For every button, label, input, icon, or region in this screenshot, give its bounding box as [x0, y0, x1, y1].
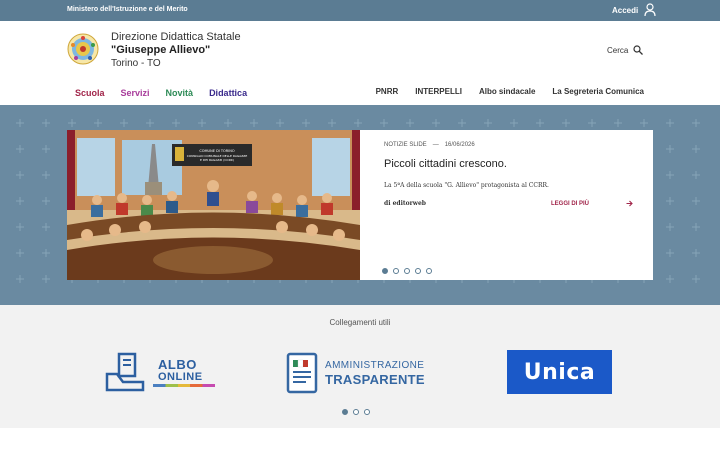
nav-didattica[interactable]: Didattica	[209, 88, 247, 98]
login-label: Accedi	[612, 5, 639, 15]
secondary-nav: PNRR INTERPELLI Albo sindacale La Segret…	[376, 87, 644, 96]
albo-online-icon	[105, 352, 145, 392]
albo-color-bar	[153, 384, 215, 387]
slide-title[interactable]: Piccoli cittadini crescono.	[384, 158, 634, 170]
search-label: Cerca	[607, 45, 629, 55]
nav-pnrr[interactable]: PNRR	[376, 87, 399, 96]
slide-category[interactable]: NOTIZIE SLIDE	[384, 142, 427, 148]
user-icon	[644, 3, 656, 17]
document-flag-icon	[286, 352, 318, 394]
school-name-line2: "Giuseppe Allievo"	[111, 44, 211, 56]
search-button[interactable]: Cerca	[607, 45, 644, 55]
read-more-link[interactable]: LEGGI DI PIÙ	[551, 200, 633, 207]
slide-author[interactable]: di editorweb	[384, 200, 426, 207]
links-pagination	[342, 409, 370, 415]
search-icon	[633, 45, 644, 55]
nav-scuola[interactable]: Scuola	[75, 88, 105, 98]
nav-albo-sindacale[interactable]: Albo sindacale	[479, 87, 535, 96]
school-name-line1: Direzione Didattica Statale	[111, 31, 241, 43]
slide-pagination	[382, 268, 432, 274]
slide-date: 16/06/2026	[444, 142, 475, 148]
slide-dot-1[interactable]	[382, 268, 388, 274]
arrow-right-icon	[626, 200, 633, 207]
links-dot-3[interactable]	[364, 409, 370, 415]
albo-line2: ONLINE	[158, 371, 203, 383]
slide-dot-5[interactable]	[426, 268, 432, 274]
main-nav: Scuola Servizi Novità Didattica	[75, 88, 247, 98]
nav-novita[interactable]: Novità	[166, 88, 194, 98]
top-bar: Ministero dell'Istruzione e del Merito A…	[0, 0, 720, 21]
council-illustration: COMUNE DI TORINO CONSIGLIO COMUNALE DELL…	[67, 130, 360, 280]
read-more-label: LEGGI DI PIÙ	[551, 200, 590, 207]
svg-text:COMUNE DI TORINO: COMUNE DI TORINO	[199, 149, 235, 153]
login-button[interactable]: Accedi	[612, 3, 656, 17]
site-header: Direzione Didattica Statale "Giuseppe Al…	[0, 21, 720, 105]
hero-section: COMUNE DI TORINO CONSIGLIO COMUNALE DELL…	[0, 105, 720, 305]
nav-interpelli[interactable]: INTERPELLI	[415, 87, 462, 96]
links-dot-2[interactable]	[353, 409, 359, 415]
albo-online-link[interactable]: ALBO ONLINE	[105, 352, 217, 392]
links-dot-1[interactable]	[342, 409, 348, 415]
slide-meta: NOTIZIE SLIDE — 16/06/2026	[384, 142, 634, 148]
slide-excerpt: La 5ªA della scuola "G. Allievo" protago…	[384, 182, 549, 189]
useful-links-section: Collegamenti utili ALBO ONLINE AMMINISTR…	[0, 305, 720, 428]
meta-separator: —	[432, 142, 439, 148]
news-slide-card[interactable]: COMUNE DI TORINO CONSIGLIO COMUNALE DELL…	[67, 130, 653, 280]
school-name[interactable]: Direzione Didattica Statale "Giuseppe Al…	[111, 31, 241, 70]
school-location: Torino - TO	[111, 58, 161, 69]
ministry-link[interactable]: Ministero dell'Istruzione e del Merito	[67, 6, 188, 13]
slide-dot-3[interactable]	[404, 268, 410, 274]
albo-line1: ALBO	[158, 357, 197, 372]
slide-dot-2[interactable]	[393, 268, 399, 274]
amministrazione-trasparente-link[interactable]: AMMINISTRAZIONE TRASPARENTE	[284, 352, 439, 394]
slide-content: NOTIZIE SLIDE — 16/06/2026 Piccoli citta…	[384, 142, 634, 189]
school-logo[interactable]	[67, 33, 99, 65]
slide-image[interactable]: COMUNE DI TORINO CONSIGLIO COMUNALE DELL…	[67, 130, 360, 280]
useful-links-title: Collegamenti utili	[329, 318, 391, 327]
amm-line1: AMMINISTRAZIONE	[325, 360, 425, 371]
nav-servizi[interactable]: Servizi	[121, 88, 150, 98]
unica-link[interactable]: Unica	[507, 350, 612, 394]
amm-line2: TRASPARENTE	[325, 372, 425, 387]
nav-segreteria-comunica[interactable]: La Segreteria Comunica	[552, 87, 644, 96]
svg-text:E DEI RAGAZZI (CCRR): E DEI RAGAZZI (CCRR)	[200, 158, 234, 162]
slide-dot-4[interactable]	[415, 268, 421, 274]
